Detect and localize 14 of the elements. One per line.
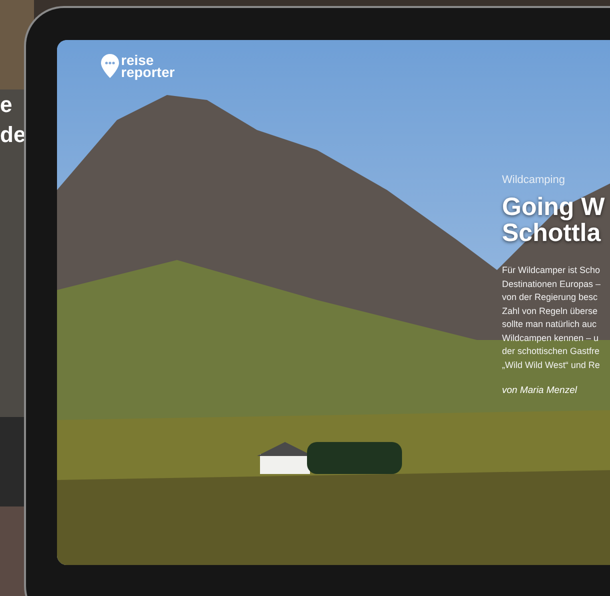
teaser-text: Zahl von Regeln überse bbox=[502, 304, 598, 318]
teaser-text: von der Regierung besc bbox=[502, 291, 598, 304]
background-heading: e bbox=[0, 91, 14, 119]
teaser-text: Für Wildcamper ist Scho bbox=[502, 264, 600, 277]
teaser-text: Wildcampen kennen – u bbox=[502, 332, 599, 345]
map-pin-icon bbox=[101, 54, 119, 78]
teaser-text: sollte man natürlich auc bbox=[502, 318, 597, 331]
logo-text: reise reporter bbox=[121, 54, 175, 78]
teaser-text: der schottischen Gastfre bbox=[502, 345, 600, 358]
teaser-text: Destinationen Europas – bbox=[502, 278, 601, 291]
author-byline: von Maria Menzel bbox=[502, 385, 577, 396]
background-heading: de bbox=[0, 121, 27, 149]
teaser-text: „Wild Wild West“ und Re bbox=[502, 358, 600, 372]
category-label: Wildcamping bbox=[502, 174, 565, 186]
